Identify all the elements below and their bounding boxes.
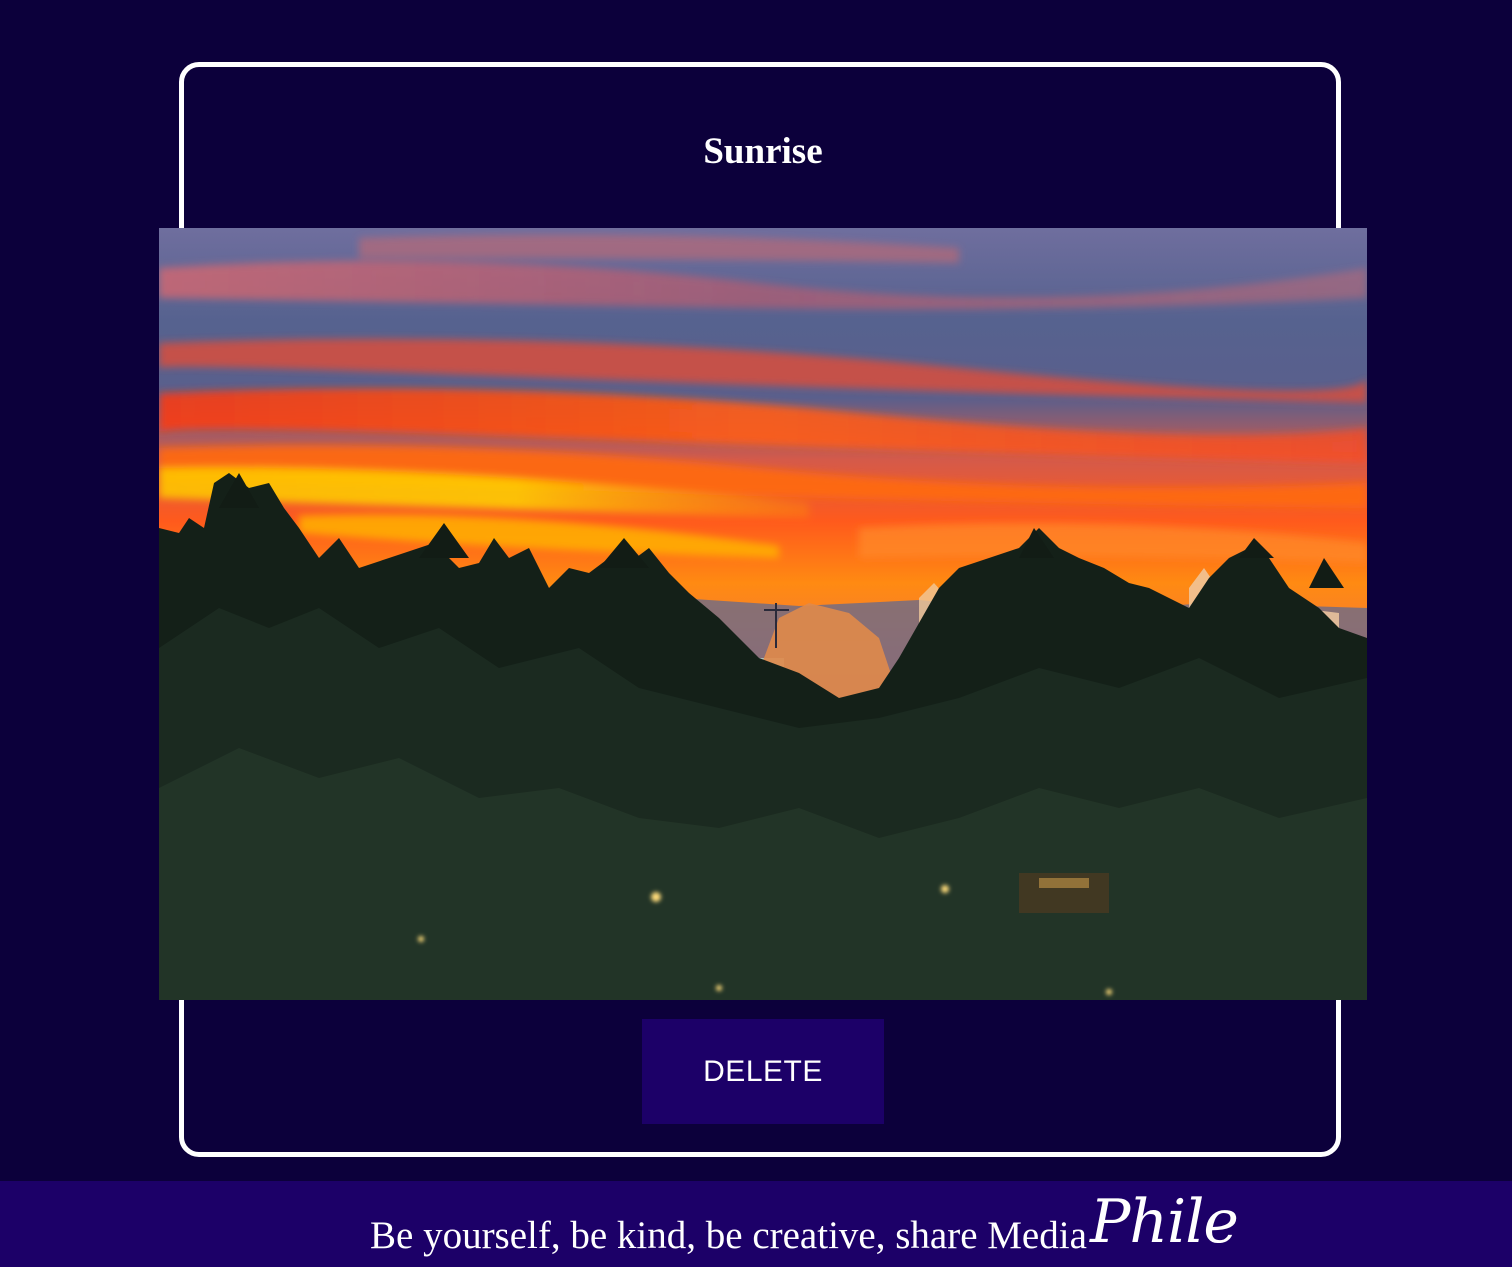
footer-logo: Phile bbox=[1090, 1187, 1239, 1257]
delete-button[interactable]: DELETE bbox=[642, 1019, 884, 1124]
footer: Be yourself, be kind, be creative, share… bbox=[0, 1181, 1512, 1267]
footer-tagline: Be yourself, be kind, be creative, share… bbox=[370, 1214, 1087, 1257]
page: Sunrise DELETE Be yourself, be kind, be … bbox=[0, 0, 1512, 1267]
post-title: Sunrise bbox=[703, 131, 823, 172]
post-image bbox=[159, 228, 1367, 1000]
